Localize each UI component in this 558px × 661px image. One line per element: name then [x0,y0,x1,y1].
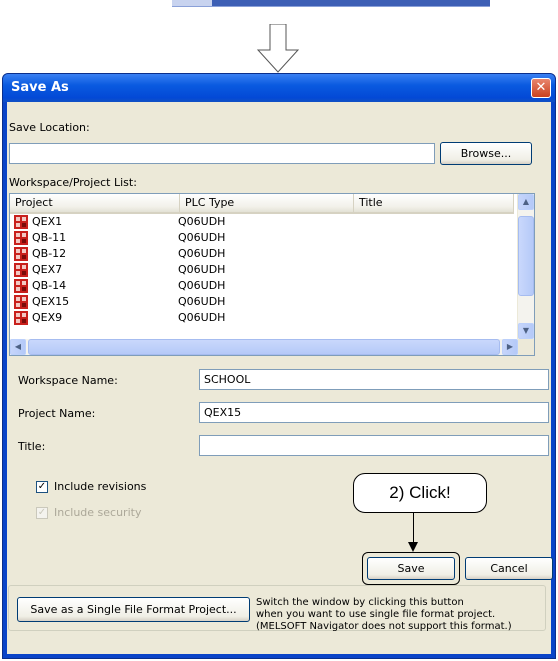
scroll-down-icon[interactable]: ▼ [518,323,534,339]
save-button-label: Save [397,562,425,575]
plc-project-icon [14,231,28,245]
save-button[interactable]: Save [367,557,455,580]
project-name-cell: QEX15 [32,295,70,308]
project-name-cell: QB-11 [32,231,67,244]
title-bar[interactable]: Save As ✕ [3,74,555,102]
callout-pointer-line [413,513,414,543]
workspace-name-value: SCHOOL [204,373,251,386]
save-location-input[interactable] [9,143,435,164]
close-icon: ✕ [535,80,547,95]
workspace-project-list-label: Workspace/Project List: [9,176,137,189]
save-as-single-file-button[interactable]: Save as a Single File Format Project... [17,597,250,622]
project-name-cell: QEX9 [32,311,63,324]
single-file-note: Switch the window by clicking this butto… [256,597,552,633]
plc-project-icon [14,247,28,261]
note-line: Switch the window by clicking this butto… [256,597,464,608]
callout-text: 2) Click! [389,483,451,502]
list-header: Project PLC Type Title [10,194,514,214]
plc-project-icon [14,279,28,293]
close-button[interactable]: ✕ [531,78,551,98]
note-line: when you want to use single file format … [256,609,496,620]
list-item[interactable]: QEX15 Q06UDH [10,294,514,310]
callout-pointer-arrow [408,542,418,552]
horizontal-scrollbar[interactable]: ◀ ▶ [10,339,518,355]
browse-button-label: Browse... [460,147,512,160]
plc-type-cell: Q06UDH [178,215,226,228]
scroll-up-icon[interactable]: ▲ [518,194,534,210]
include-security-label: Include security [54,506,142,519]
plc-type-cell: Q06UDH [178,231,226,244]
scroll-right-icon[interactable]: ▶ [502,339,518,355]
plc-type-cell: Q06UDH [178,295,226,308]
include-revisions-checkbox[interactable]: ✓ [36,481,48,493]
vertical-scrollbar[interactable]: ▲ ▼ [517,194,534,339]
plc-project-icon [14,311,28,325]
plc-type-cell: Q06UDH [178,311,226,324]
previous-screen-strip-highlight [172,0,212,6]
save-location-label: Save Location: [9,121,90,134]
down-arrow-icon [256,24,300,73]
list-item[interactable]: QB-12 Q06UDH [10,246,514,262]
plc-project-icon [14,263,28,277]
plc-project-icon [14,215,28,229]
project-name-cell: QB-14 [32,279,67,292]
browse-button[interactable]: Browse... [440,142,532,165]
previous-screen-strip [172,0,490,7]
scrollbar-corner [518,339,534,355]
column-header-project[interactable]: Project [10,194,180,212]
dialog-title: Save As [11,80,69,95]
project-name-cell: QEX7 [32,263,63,276]
project-name-label: Project Name: [18,407,96,420]
plc-type-cell: Q06UDH [178,279,226,292]
cancel-button[interactable]: Cancel [465,557,553,580]
horizontal-scroll-thumb[interactable] [28,339,500,355]
click-callout: 2) Click! [353,473,487,513]
project-name-cell: QB-12 [32,247,67,260]
vertical-scroll-thumb[interactable] [518,216,534,296]
column-header-title[interactable]: Title [354,194,514,212]
single-file-button-label: Save as a Single File Format Project... [30,603,237,616]
workspace-name-label: Workspace Name: [18,374,118,387]
column-header-plc-type[interactable]: PLC Type [180,194,354,212]
include-security-checkbox: ✓ [36,507,48,519]
list-item[interactable]: QB-14 Q06UDH [10,278,514,294]
plc-project-icon [14,295,28,309]
list-item[interactable]: QEX1 Q06UDH [10,214,514,230]
include-revisions-label[interactable]: Include revisions [54,480,146,493]
list-item[interactable]: QEX7 Q06UDH [10,262,514,278]
note-line: (MELSOFT Navigator does not support this… [256,621,512,632]
list-item[interactable]: QB-11 Q06UDH [10,230,514,246]
list-item[interactable]: QEX9 Q06UDH [10,310,514,326]
title-input[interactable] [199,435,549,456]
scroll-left-icon[interactable]: ◀ [10,339,26,355]
project-name-cell: QEX1 [32,215,63,228]
project-name-value: QEX15 [204,406,242,419]
cancel-button-label: Cancel [490,562,528,575]
workspace-name-input[interactable]: SCHOOL [199,369,549,390]
plc-type-cell: Q06UDH [178,263,226,276]
plc-type-cell: Q06UDH [178,247,226,260]
project-name-input[interactable]: QEX15 [199,402,549,423]
project-list[interactable]: Project PLC Type Title QEX1 Q06UDH QB-11… [9,193,535,356]
title-label: Title: [18,440,46,453]
